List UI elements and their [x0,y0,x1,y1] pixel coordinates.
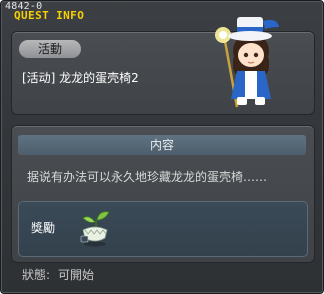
quest-info-window: 4842-0 QUEST INFO 活動 [活动] 龙龙的蛋壳椅2 内容 据说有 [0,0,324,294]
window-title: QUEST INFO [14,9,85,22]
quest-status: 狀態: 可開始 [22,267,102,283]
quest-category-badge: 活動 [19,40,81,58]
egg-chair-icon[interactable] [77,208,113,248]
quest-description: 据说有办法可以永久地珍藏龙龙的蛋壳椅…… [27,170,268,184]
quest-content-panel: 内容 据说有办法可以永久地珍藏龙龙的蛋壳椅…… 獎勵 [11,125,315,263]
reward-box: 獎勵 [18,201,308,257]
npc-character-icon [215,17,279,108]
status-label: 狀態: [22,268,51,282]
status-value: 可開始 [58,268,95,282]
content-header: 内容 [18,135,306,155]
reward-label: 獎勵 [31,221,56,235]
quest-name: [活动] 龙龙的蛋壳椅2 [22,71,139,85]
